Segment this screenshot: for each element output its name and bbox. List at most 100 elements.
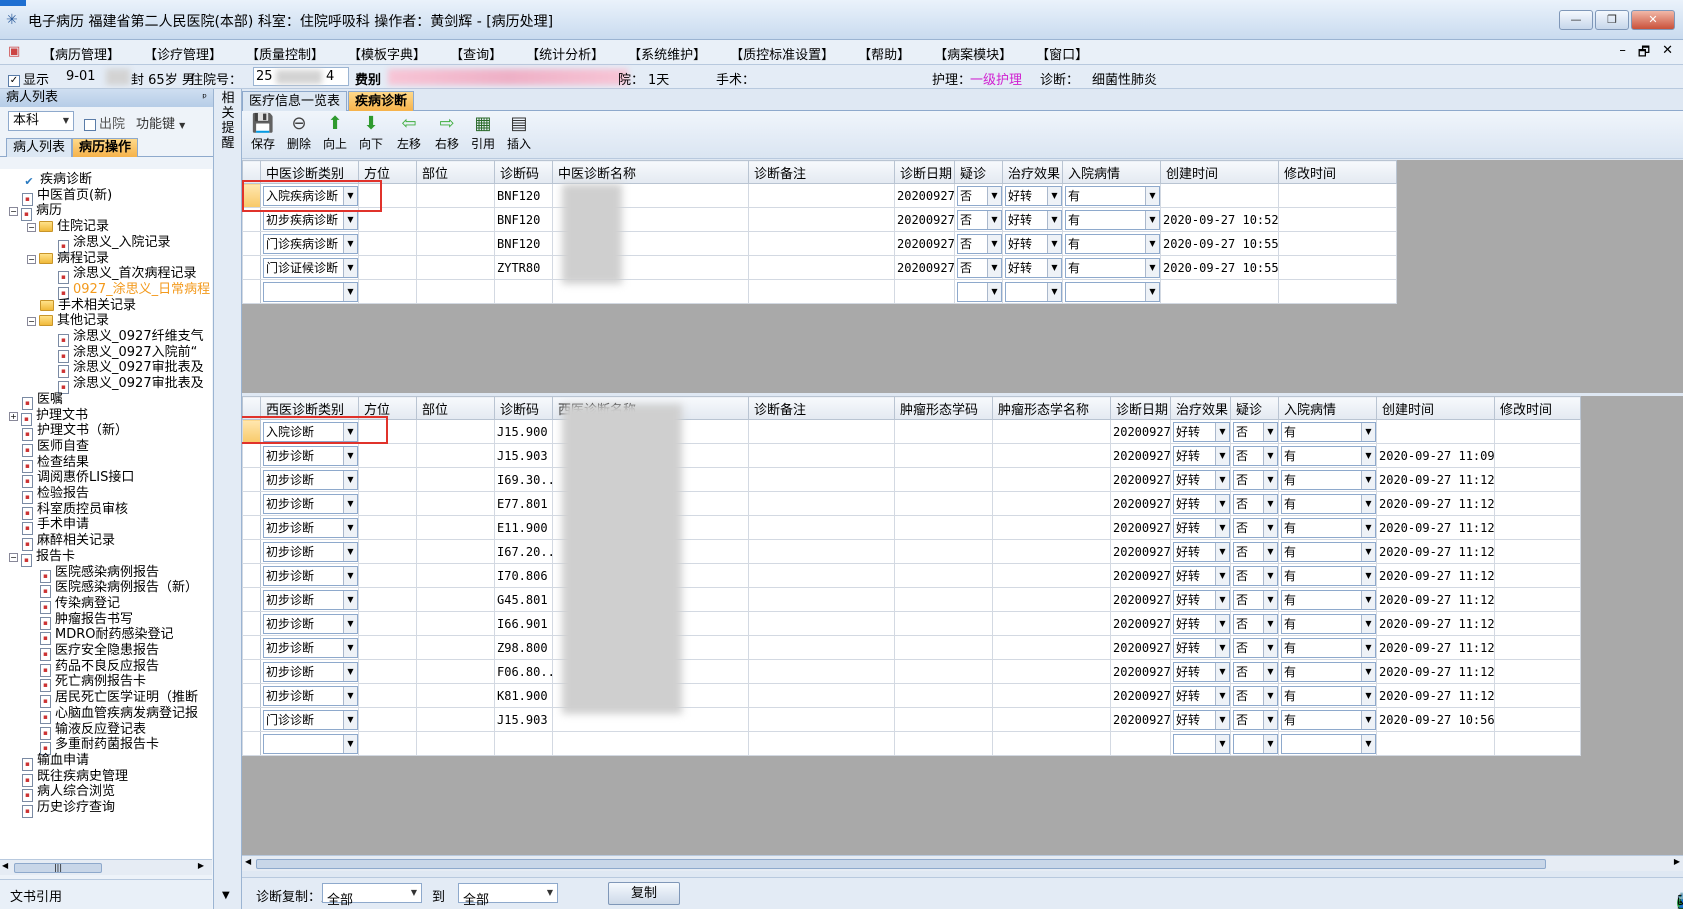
toolbar-button-7[interactable]: ▤ 插入 <box>500 113 538 157</box>
grid-cell[interactable] <box>992 515 1111 540</box>
effect-select[interactable]: 好转 ▼ <box>1173 541 1230 562</box>
chevron-down-icon[interactable]: ▼ <box>343 614 357 633</box>
grid-cell[interactable]: 初步诊断 ▼ <box>260 491 359 516</box>
grid-cell[interactable] <box>1278 279 1397 304</box>
grid-cell[interactable] <box>1494 539 1581 564</box>
chevron-down-icon[interactable]: ▼ <box>1145 210 1159 229</box>
grid-cell[interactable] <box>748 659 895 684</box>
effect-select[interactable]: 好转 ▼ <box>1173 517 1230 538</box>
chevron-down-icon[interactable]: ▼ <box>1263 518 1277 537</box>
column-header[interactable]: 诊断备注 <box>748 396 895 420</box>
admission-condition-select[interactable]: ▼ <box>1065 281 1160 302</box>
grid-cell[interactable] <box>894 491 993 516</box>
grid-cell[interactable] <box>1494 611 1581 636</box>
grid-cell[interactable] <box>992 443 1111 468</box>
grid-cell[interactable]: 否 ▼ <box>1230 539 1279 564</box>
grid-cell[interactable]: BNF120 <box>494 183 553 208</box>
chevron-down-icon[interactable]: ▼ <box>1361 590 1375 609</box>
grid-cell[interactable]: 2020-09-27 10:52:14 <box>1160 207 1279 232</box>
tree-item[interactable]: ▪ 多重耐药菌报告卡 <box>40 736 159 756</box>
grid-cell[interactable]: 好转 ▼ <box>1170 419 1231 444</box>
chevron-down-icon[interactable]: ▼ <box>1263 614 1277 633</box>
admission-condition-select[interactable]: 有 ▼ <box>1281 565 1376 586</box>
grid-cell[interactable]: 初步诊断 ▼ <box>260 587 359 612</box>
suspect-select[interactable]: 否 ▼ <box>1233 445 1278 466</box>
menu-item-8[interactable]: 【帮助】 <box>846 44 922 63</box>
grid-cell[interactable]: 好转 ▼ <box>1170 443 1231 468</box>
tree-item[interactable]: − ▪ 报告卡 <box>9 548 75 567</box>
menu-item-7[interactable]: 【质控标准设置】 <box>718 44 846 63</box>
grid-cell[interactable]: 好转 ▼ <box>1170 515 1231 540</box>
grid-cell[interactable] <box>358 683 417 708</box>
table-row[interactable]: 入院诊断 ▼ J15.900 20200927 好转 ▼ 否 ▼ 有 ▼ <box>242 419 1581 444</box>
diagnosis-type-select[interactable]: 门诊诊断 ▼ <box>263 709 358 730</box>
grid-cell[interactable] <box>416 731 495 756</box>
column-header[interactable]: 诊断码 <box>494 160 553 184</box>
admission-condition-select[interactable]: 有 ▼ <box>1281 421 1376 442</box>
grid-cell[interactable]: I67.20... <box>494 539 553 564</box>
pin-icon[interactable]: ᵖ <box>202 89 207 107</box>
grid-cell[interactable] <box>1110 731 1171 756</box>
effect-select[interactable]: 好转 ▼ <box>1005 233 1062 254</box>
grid-cell[interactable] <box>358 491 417 516</box>
grid-cell[interactable] <box>894 467 993 492</box>
grid-cell[interactable]: 有 ▼ <box>1278 491 1377 516</box>
show-checkbox-icon[interactable]: ✓ <box>8 74 20 87</box>
chevron-down-icon[interactable]: ▼ <box>1215 422 1229 441</box>
grid-cell[interactable] <box>894 635 993 660</box>
grid-cell[interactable]: E11.900 <box>494 515 553 540</box>
table-row[interactable]: 初步诊断 ▼ I66.901 20200927 好转 ▼ 否 ▼ 有 ▼ 2020-09-27 11… <box>242 611 1581 636</box>
tree-item[interactable]: ▪ 输血申请 <box>22 752 89 771</box>
copy-button[interactable]: 复制 <box>608 882 680 905</box>
chevron-down-icon[interactable]: ▼ <box>343 210 357 229</box>
grid-cell[interactable]: 门诊诊断 ▼ <box>260 707 359 732</box>
grid-cell[interactable]: 好转 ▼ <box>1002 231 1063 256</box>
chevron-down-icon[interactable]: ▼ <box>987 186 1001 205</box>
grid-cell[interactable] <box>992 635 1111 660</box>
grid-cell[interactable] <box>992 611 1111 636</box>
grid-cell[interactable] <box>1494 731 1581 756</box>
column-header[interactable]: 疑诊 <box>954 160 1003 184</box>
chevron-down-icon[interactable]: ▼ <box>343 518 357 537</box>
suspect-select[interactable]: 否 ▼ <box>1233 709 1278 730</box>
grid-cell[interactable]: 20200927 <box>1110 587 1171 612</box>
grid-cell[interactable]: I70.806 <box>494 563 553 588</box>
grid-cell[interactable]: 有 ▼ <box>1278 683 1377 708</box>
grid-cell[interactable]: 好转 ▼ <box>1170 635 1231 660</box>
grid-cell[interactable] <box>358 563 417 588</box>
chevron-down-icon[interactable]: ▼ <box>343 686 357 705</box>
grid-cell[interactable]: 20200927 <box>1110 443 1171 468</box>
row-selector[interactable] <box>242 539 261 564</box>
menu-item-2[interactable]: 【质量控制】 <box>234 44 336 63</box>
grid-cell[interactable] <box>992 419 1111 444</box>
table-row[interactable]: 初步诊断 ▼ K81.900 20200927 好转 ▼ 否 ▼ 有 ▼ 2020-09-27 11… <box>242 683 1581 708</box>
tree-item[interactable]: ▪ 医院感染病例报告 <box>40 564 159 583</box>
grid-cell[interactable]: 初步诊断 ▼ <box>260 467 359 492</box>
grid-cell[interactable]: ▼ <box>1002 279 1063 304</box>
grid-cell[interactable]: 20200927 <box>1110 491 1171 516</box>
grid-cell[interactable] <box>358 659 417 684</box>
grid-cell[interactable] <box>358 467 417 492</box>
table-row[interactable]: 门诊疾病诊断 ▼ BNF120 20200927 否 ▼ 好转 ▼ 有 ▼ 2020-09-27 1… <box>242 231 1397 256</box>
grid-cell[interactable]: 有 ▼ <box>1062 231 1161 256</box>
grid-cell[interactable]: BNF120 <box>494 231 553 256</box>
grid-cell[interactable] <box>552 731 749 756</box>
copy-from-select[interactable]: 全部 ▼ <box>322 883 422 908</box>
admission-condition-select[interactable]: 有 ▼ <box>1281 613 1376 634</box>
grid-cell[interactable]: 好转 ▼ <box>1170 659 1231 684</box>
save-button[interactable]: 💾 保存 <box>244 113 282 157</box>
grid-cell[interactable]: ▼ <box>260 731 359 756</box>
chevron-down-icon[interactable]: ▼ <box>1361 422 1375 441</box>
grid-cell[interactable] <box>894 419 993 444</box>
admission-condition-select[interactable]: 有 ▼ <box>1281 517 1376 538</box>
tree-item[interactable]: ▪ 调阅惠侨LIS接口 <box>22 469 134 489</box>
grid-cell[interactable] <box>416 635 495 660</box>
grid-cell[interactable] <box>416 491 495 516</box>
column-header[interactable]: 疑诊 <box>1230 396 1279 420</box>
tree-item[interactable]: ▪ 护理文书（新） <box>22 422 128 442</box>
grid-cell[interactable] <box>894 683 993 708</box>
grid-cell[interactable] <box>1278 255 1397 280</box>
collapse-icon[interactable]: − <box>9 207 18 217</box>
chevron-down-icon[interactable]: ▼ <box>222 890 230 901</box>
grid-cell[interactable]: 否 ▼ <box>1230 467 1279 492</box>
